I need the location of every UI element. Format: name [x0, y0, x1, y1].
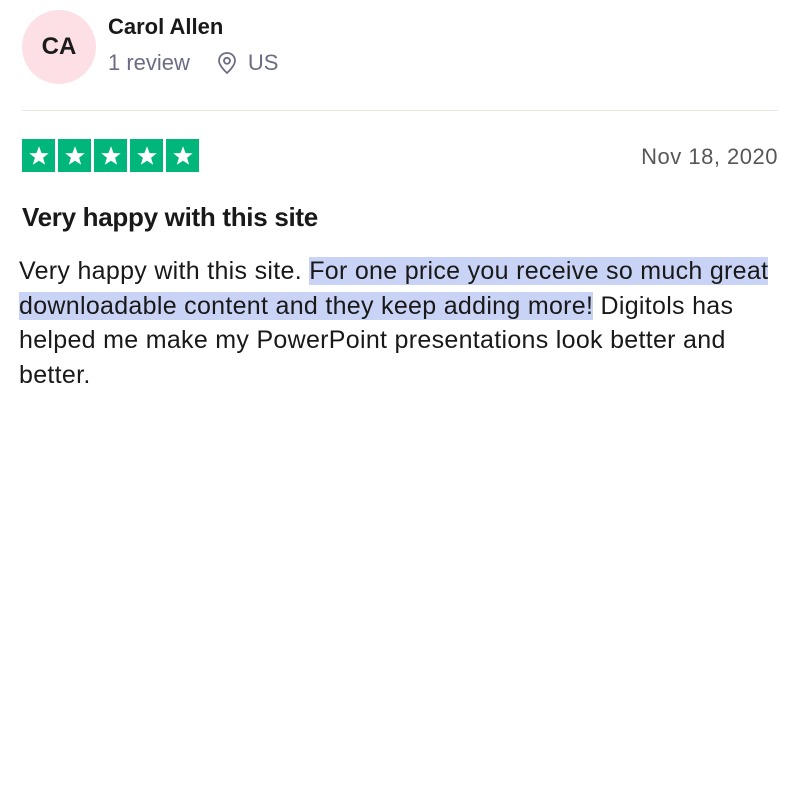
review-body: Very happy with this site. For one price… — [19, 254, 779, 392]
star-rating — [22, 139, 199, 172]
star-icon — [22, 139, 55, 172]
reviewer-info: Carol Allen 1 review US — [108, 14, 278, 76]
reviewer-meta: 1 review US — [108, 50, 278, 76]
reviewer-header: CA Carol Allen 1 review US — [22, 10, 278, 84]
star-icon — [166, 139, 199, 172]
divider — [22, 110, 778, 111]
review-body-text: Very happy with this site. — [19, 257, 310, 285]
star-icon — [58, 139, 91, 172]
review-date: Nov 18, 2020 — [641, 144, 778, 169]
reviewer-country: US — [247, 50, 279, 75]
star-icon — [130, 139, 163, 172]
reviewer-name[interactable]: Carol Allen — [108, 14, 278, 40]
avatar[interactable]: CA — [22, 10, 96, 84]
review-count: 1 review — [108, 50, 190, 75]
location-pin-icon — [216, 51, 238, 75]
star-icon — [94, 139, 127, 172]
review-title[interactable]: Very happy with this site — [22, 202, 318, 233]
